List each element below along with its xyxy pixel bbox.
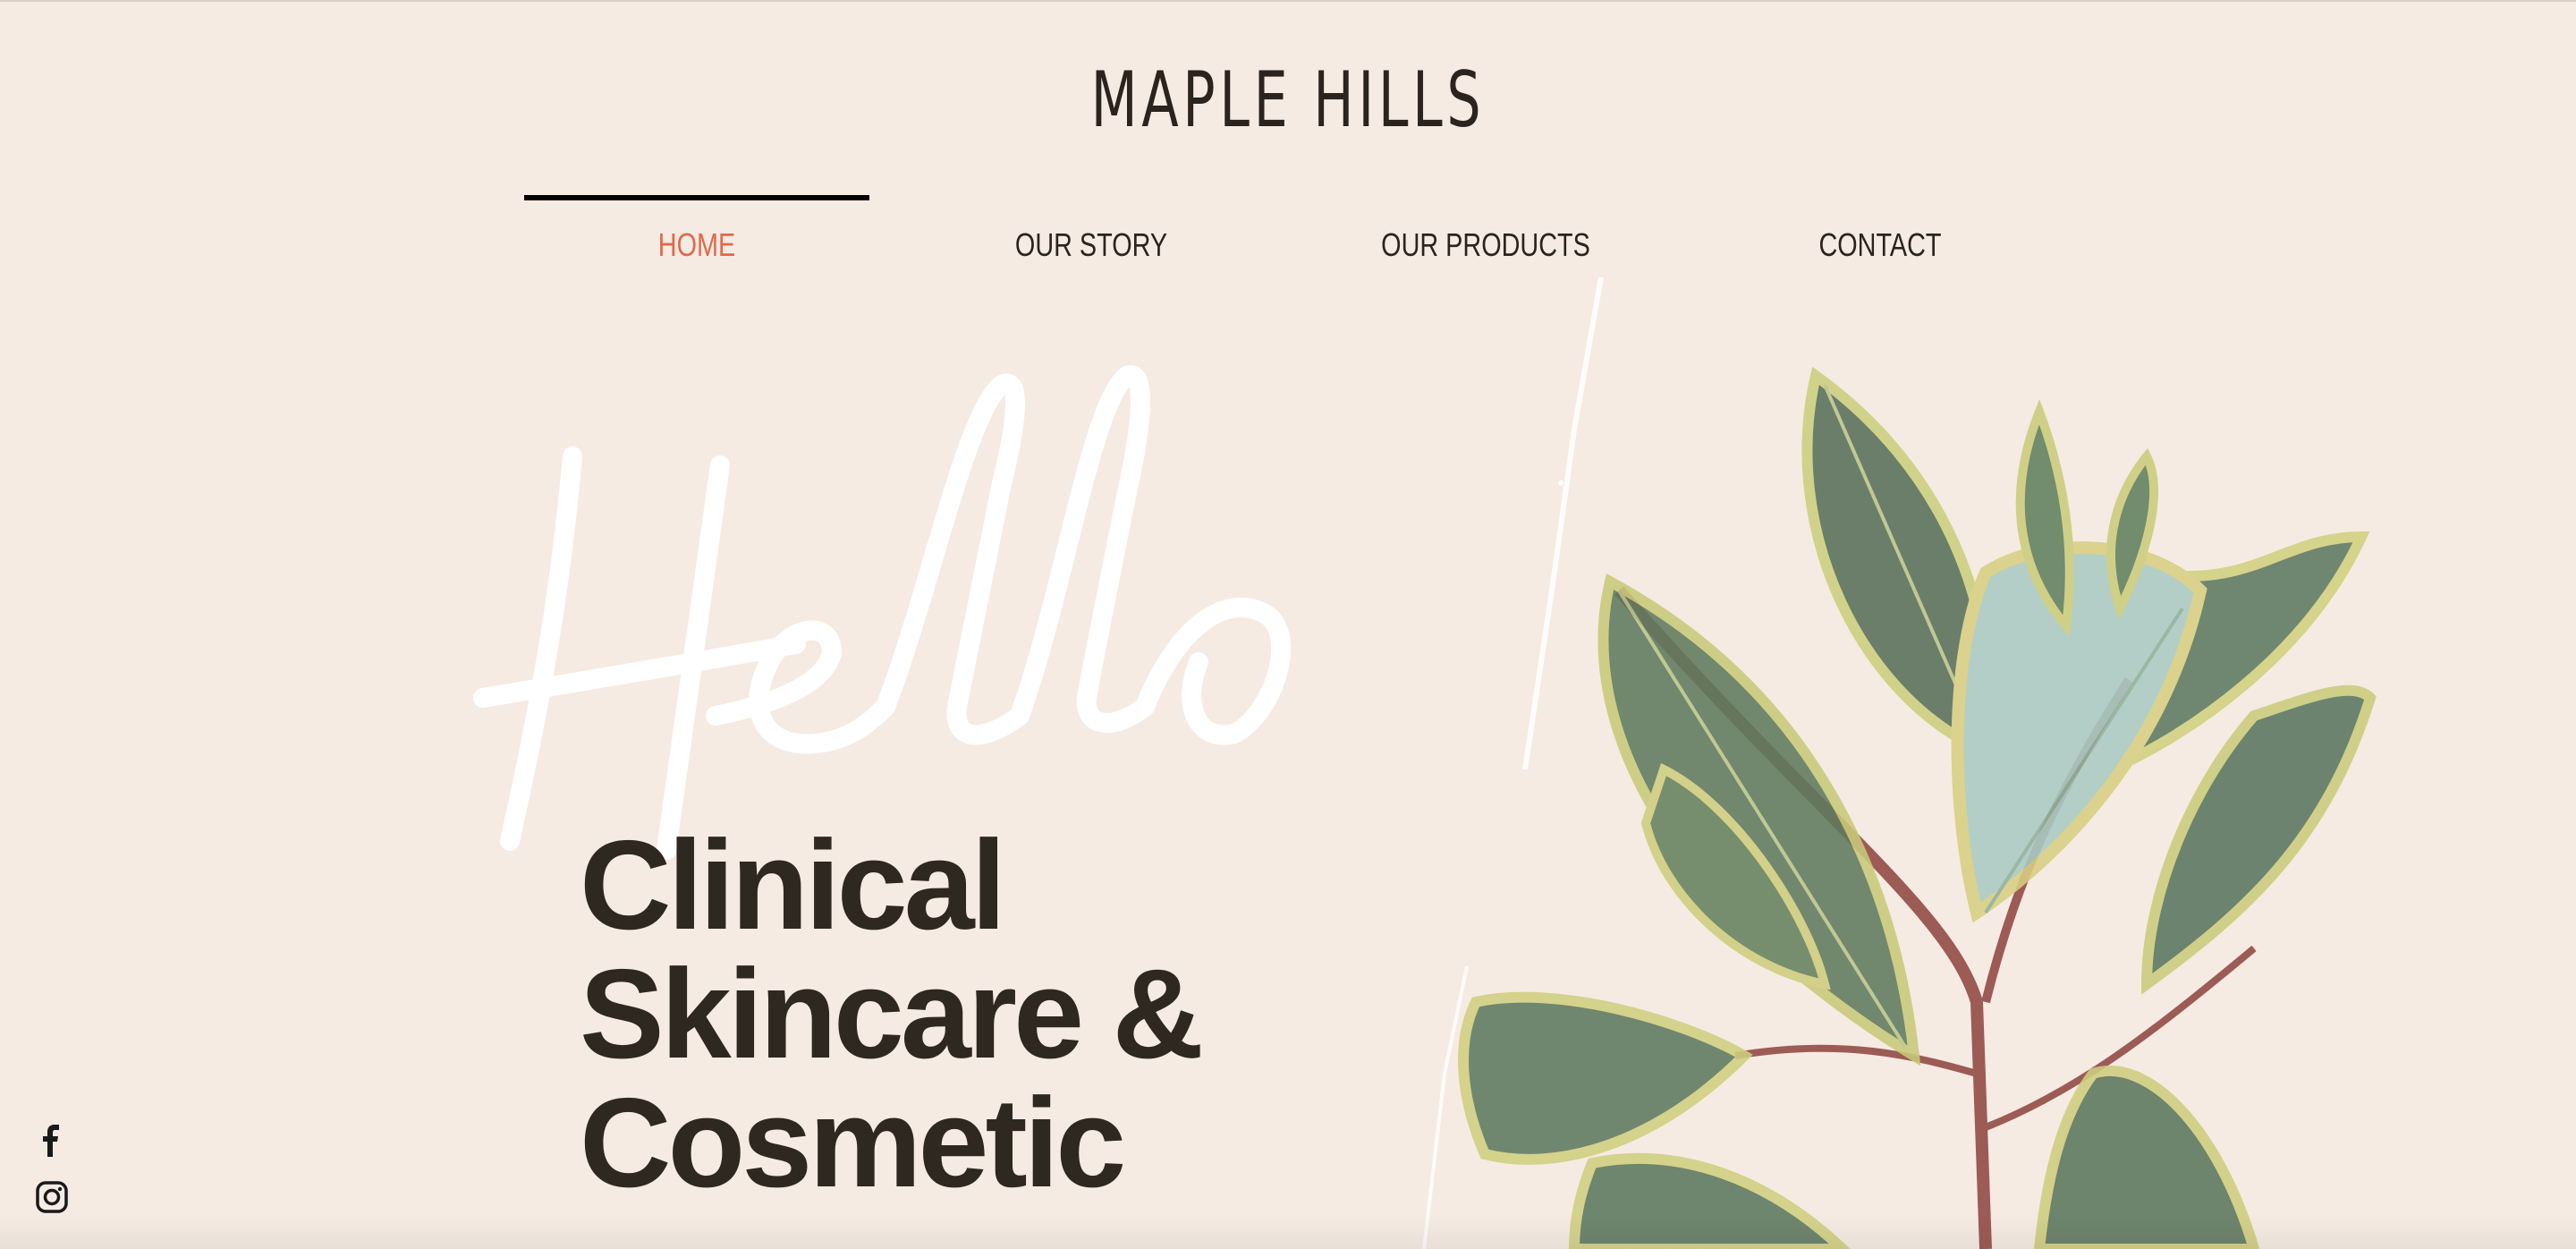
main-nav: HOME OUR STORY OUR PRODUCTS CONTACT	[524, 195, 2102, 276]
hello-script-decoration	[473, 365, 1292, 860]
hero-headline: Clinical Skincare & Cosmetic	[580, 814, 1204, 1214]
bottom-edge-shadow	[0, 1213, 2576, 1249]
botanical-leaves-illustration	[1422, 276, 2377, 1249]
nav-item-label: HOME	[657, 226, 736, 263]
nav-item-label: OUR STORY	[1014, 226, 1168, 263]
headline-line: Skincare &	[580, 943, 1204, 1085]
headline-line: Clinical	[580, 814, 1006, 956]
instagram-icon[interactable]	[34, 1179, 70, 1215]
nav-item-label: OUR PRODUCTS	[1381, 226, 1590, 263]
active-tab-underline	[524, 195, 869, 200]
headline-line: Cosmetic	[580, 1072, 1126, 1214]
nav-item-home[interactable]: HOME	[524, 195, 869, 276]
nav-item-our-products[interactable]: OUR PRODUCTS	[1313, 195, 1658, 276]
site-logo[interactable]: MAPLE HILLS	[284, 55, 2292, 145]
nav-item-our-story[interactable]: OUR STORY	[919, 195, 1264, 276]
nav-item-contact[interactable]: CONTACT	[1707, 195, 2053, 276]
facebook-icon[interactable]	[34, 1122, 70, 1158]
nav-item-label: CONTACT	[1818, 226, 1942, 263]
